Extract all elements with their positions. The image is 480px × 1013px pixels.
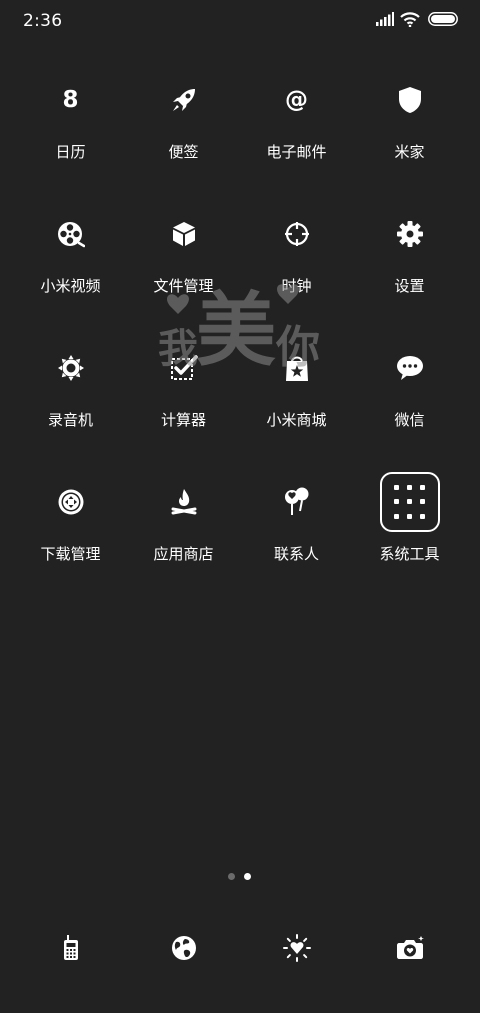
globe-icon (171, 936, 196, 960)
signal-icon (376, 12, 394, 26)
app-label: 录音机 (47, 411, 93, 429)
page-dot[interactable] (228, 873, 235, 880)
app-app-store[interactable]: 应用商店 (127, 472, 240, 606)
checkbox-icon (154, 338, 214, 398)
at-sign-icon: @ (267, 70, 327, 130)
folder-mini-icon (393, 514, 399, 520)
app-label: 小米商城 (266, 411, 327, 429)
app-label: 系统工具 (379, 545, 440, 563)
app-label: 电子邮件 (266, 143, 327, 161)
app-label: 联系人 (273, 545, 319, 563)
dock-browser[interactable] (127, 918, 240, 978)
dock-gallery[interactable] (240, 918, 353, 978)
folder-mini-icon (406, 514, 412, 520)
dpad-icon (41, 472, 101, 532)
at-sign-icon-glyph: @ (285, 87, 308, 113)
app-label: 应用商店 (153, 545, 214, 563)
camera-heart-icon (396, 936, 424, 959)
dock-phone[interactable] (14, 918, 127, 978)
app-mijia[interactable]: 米家 (353, 70, 466, 204)
page-dot-active[interactable] (244, 873, 251, 880)
dock (14, 918, 466, 978)
app-file-manager[interactable]: 文件管理 (127, 204, 240, 338)
folder-mini-icon (420, 484, 426, 490)
status-bar: 2:36 (0, 0, 480, 44)
app-label: 便签 (168, 143, 199, 161)
app-recorder[interactable]: 录音机 (14, 338, 127, 472)
cube-icon (154, 204, 214, 264)
app-email[interactable]: @ 电子邮件 (240, 70, 353, 204)
app-label: 设置 (394, 277, 425, 295)
page-indicator (0, 873, 480, 883)
crosshair-icon (267, 204, 327, 264)
app-grid: 8 日历 便签 @ 电子邮件 米家 小米视频 文件管理 时钟 设置 录音机 计算… (14, 70, 466, 606)
app-mi-store[interactable]: 小米商城 (240, 338, 353, 472)
shield-icon (380, 70, 440, 130)
folder-mini-icon (420, 514, 426, 520)
chat-bubble-icon (380, 338, 440, 398)
dock-camera[interactable] (353, 918, 466, 978)
app-downloads[interactable]: 下载管理 (14, 472, 127, 606)
folder-mini-icon (393, 484, 399, 490)
app-calendar[interactable]: 8 日历 (14, 70, 127, 204)
app-wechat[interactable]: 微信 (353, 338, 466, 472)
app-mi-video[interactable]: 小米视频 (14, 204, 127, 338)
campfire-icon (154, 472, 214, 532)
heart-sun-icon (282, 934, 311, 962)
app-label: 计算器 (160, 411, 206, 429)
app-label: 下载管理 (40, 545, 101, 563)
wifi-icon (400, 12, 420, 27)
app-calculator[interactable]: 计算器 (127, 338, 240, 472)
app-label: 文件管理 (153, 277, 214, 295)
battery-icon (428, 12, 458, 26)
app-contacts[interactable]: 联系人 (240, 472, 353, 606)
folder-mini-icon (406, 499, 412, 505)
phone-icon (63, 935, 78, 960)
rocket-icon (154, 70, 214, 130)
status-icons (376, 12, 458, 30)
app-label: 时钟 (281, 277, 312, 295)
folder-mini-icon (393, 499, 399, 505)
calendar-icon-glyph: 8 (62, 87, 79, 113)
app-settings[interactable]: 设置 (353, 204, 466, 338)
app-label: 日历 (55, 143, 86, 161)
app-label: 微信 (394, 411, 425, 429)
shopping-bag-icon (267, 338, 327, 398)
app-clock[interactable]: 时钟 (240, 204, 353, 338)
film-reel-icon (41, 204, 101, 264)
folder-mini-icon (406, 484, 412, 490)
app-label: 小米视频 (40, 277, 101, 295)
folder-mini-icon (420, 499, 426, 505)
calendar-icon: 8 (41, 70, 101, 130)
app-system-tools-folder[interactable]: 系统工具 (353, 472, 466, 606)
app-label: 米家 (394, 143, 425, 161)
folder-icon (379, 472, 440, 532)
gear-icon (380, 204, 440, 264)
status-time: 2:36 (23, 11, 63, 31)
app-notes[interactable]: 便签 (127, 70, 240, 204)
heart-balloons-icon (267, 472, 327, 532)
sun-gear-icon (41, 338, 101, 398)
